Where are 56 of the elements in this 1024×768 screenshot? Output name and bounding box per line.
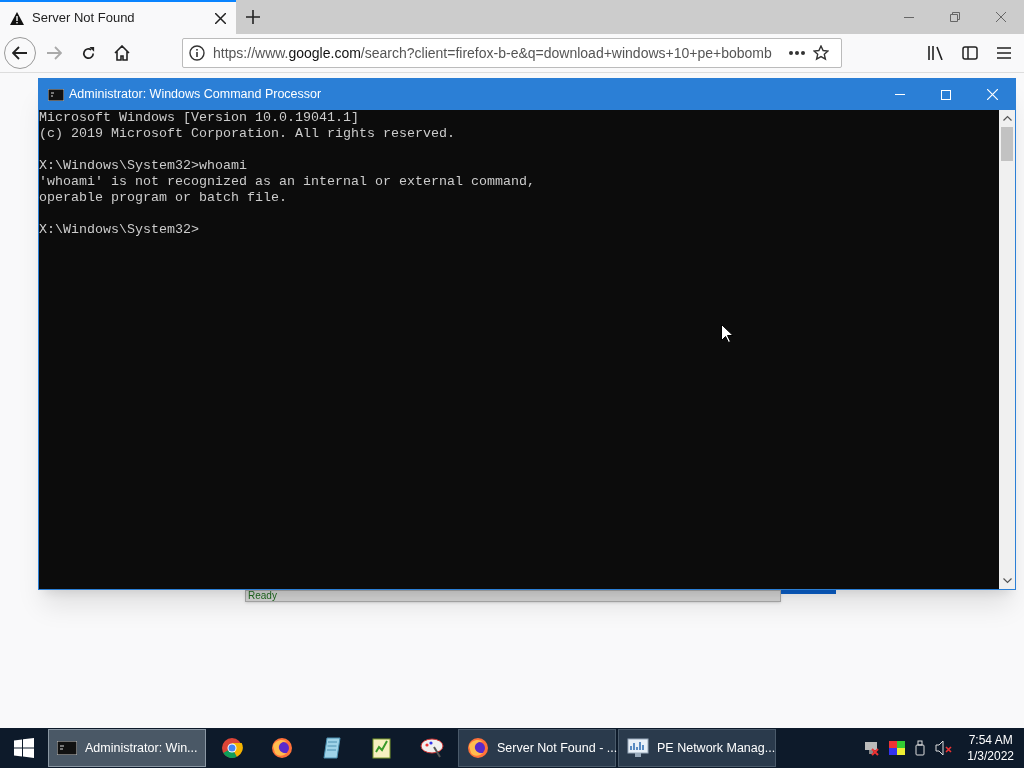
window-title: Administrator: Windows Command Processor <box>69 86 322 104</box>
tab-title: Server Not Found <box>32 9 136 28</box>
console-line: X:\Windows\System32>whoami <box>39 158 247 174</box>
address-bar[interactable]: https://www.google.com/search?client=firefox-b-e&q=download+windows+10+pe+bobomb <box>182 38 842 68</box>
warning-icon <box>10 11 24 25</box>
console-line: (c) 2019 Microsoft Corporation. All rights reserved. <box>39 126 455 142</box>
paint-palette-icon <box>420 737 444 759</box>
console-line: X:\Windows\System32> <box>39 222 199 238</box>
sidebar-icon <box>962 46 978 60</box>
taskbar-window-button[interactable]: Server Not Found - ... <box>458 729 616 767</box>
maximize-icon <box>941 89 951 100</box>
scrollbar[interactable] <box>999 110 1015 589</box>
firefox-icon <box>467 737 489 759</box>
display-icon <box>889 741 906 755</box>
info-icon <box>189 45 205 61</box>
speaker-muted-icon <box>935 740 954 756</box>
windows-logo-icon <box>14 738 34 758</box>
scroll-thumb[interactable] <box>1001 127 1013 161</box>
bookmark-star-icon <box>813 45 829 61</box>
clock-date[interactable]: 1/3/2022 <box>967 748 1014 764</box>
chrome-icon <box>221 737 243 759</box>
more-icon <box>789 51 805 55</box>
network-monitor-icon <box>627 738 649 758</box>
home-icon <box>114 45 130 61</box>
console-line: 'whoami' is not recognized as an internal or external command, <box>39 174 535 190</box>
console-icon <box>57 741 77 755</box>
scroll-up-icon <box>1002 115 1012 121</box>
usb-drive-icon <box>915 740 926 756</box>
clock-time[interactable]: 7:54 AM <box>968 732 1013 748</box>
network-disconnected-icon <box>863 740 880 756</box>
notepad-icon <box>322 737 342 759</box>
taskbar-window-button[interactable]: Administrator: Win... <box>48 729 206 767</box>
back-arrow-icon <box>12 46 28 60</box>
forward-arrow-icon <box>46 46 62 60</box>
console-icon <box>48 88 64 101</box>
scroll-down-icon <box>1002 578 1012 584</box>
status-text: Ready <box>248 591 277 601</box>
panel-edge <box>781 590 836 594</box>
minimize-icon <box>904 16 914 18</box>
menu-icon <box>997 47 1011 59</box>
firefox-icon <box>271 737 293 759</box>
close-icon <box>996 12 1006 22</box>
library-icon <box>928 46 944 60</box>
minimize-icon <box>895 94 905 95</box>
url-text: https://www.google.com/search?client=firefox-b-e&q=download+windows+10+pe+bobomb <box>213 43 773 63</box>
console-line: operable program or batch file. <box>39 190 287 206</box>
close-icon[interactable] <box>215 12 226 24</box>
chart-notepad-icon <box>372 737 392 759</box>
mouse-cursor-icon <box>721 324 733 343</box>
browser-tab[interactable]: Server Not Found <box>0 0 236 34</box>
restore-icon <box>950 12 960 22</box>
plus-icon <box>246 10 260 24</box>
reload-icon <box>80 45 96 61</box>
taskbar-window-button[interactable]: PE Network Manag... <box>618 729 776 767</box>
console-line: Microsoft Windows [Version 10.0.19041.1] <box>39 110 359 126</box>
close-icon <box>986 89 998 100</box>
